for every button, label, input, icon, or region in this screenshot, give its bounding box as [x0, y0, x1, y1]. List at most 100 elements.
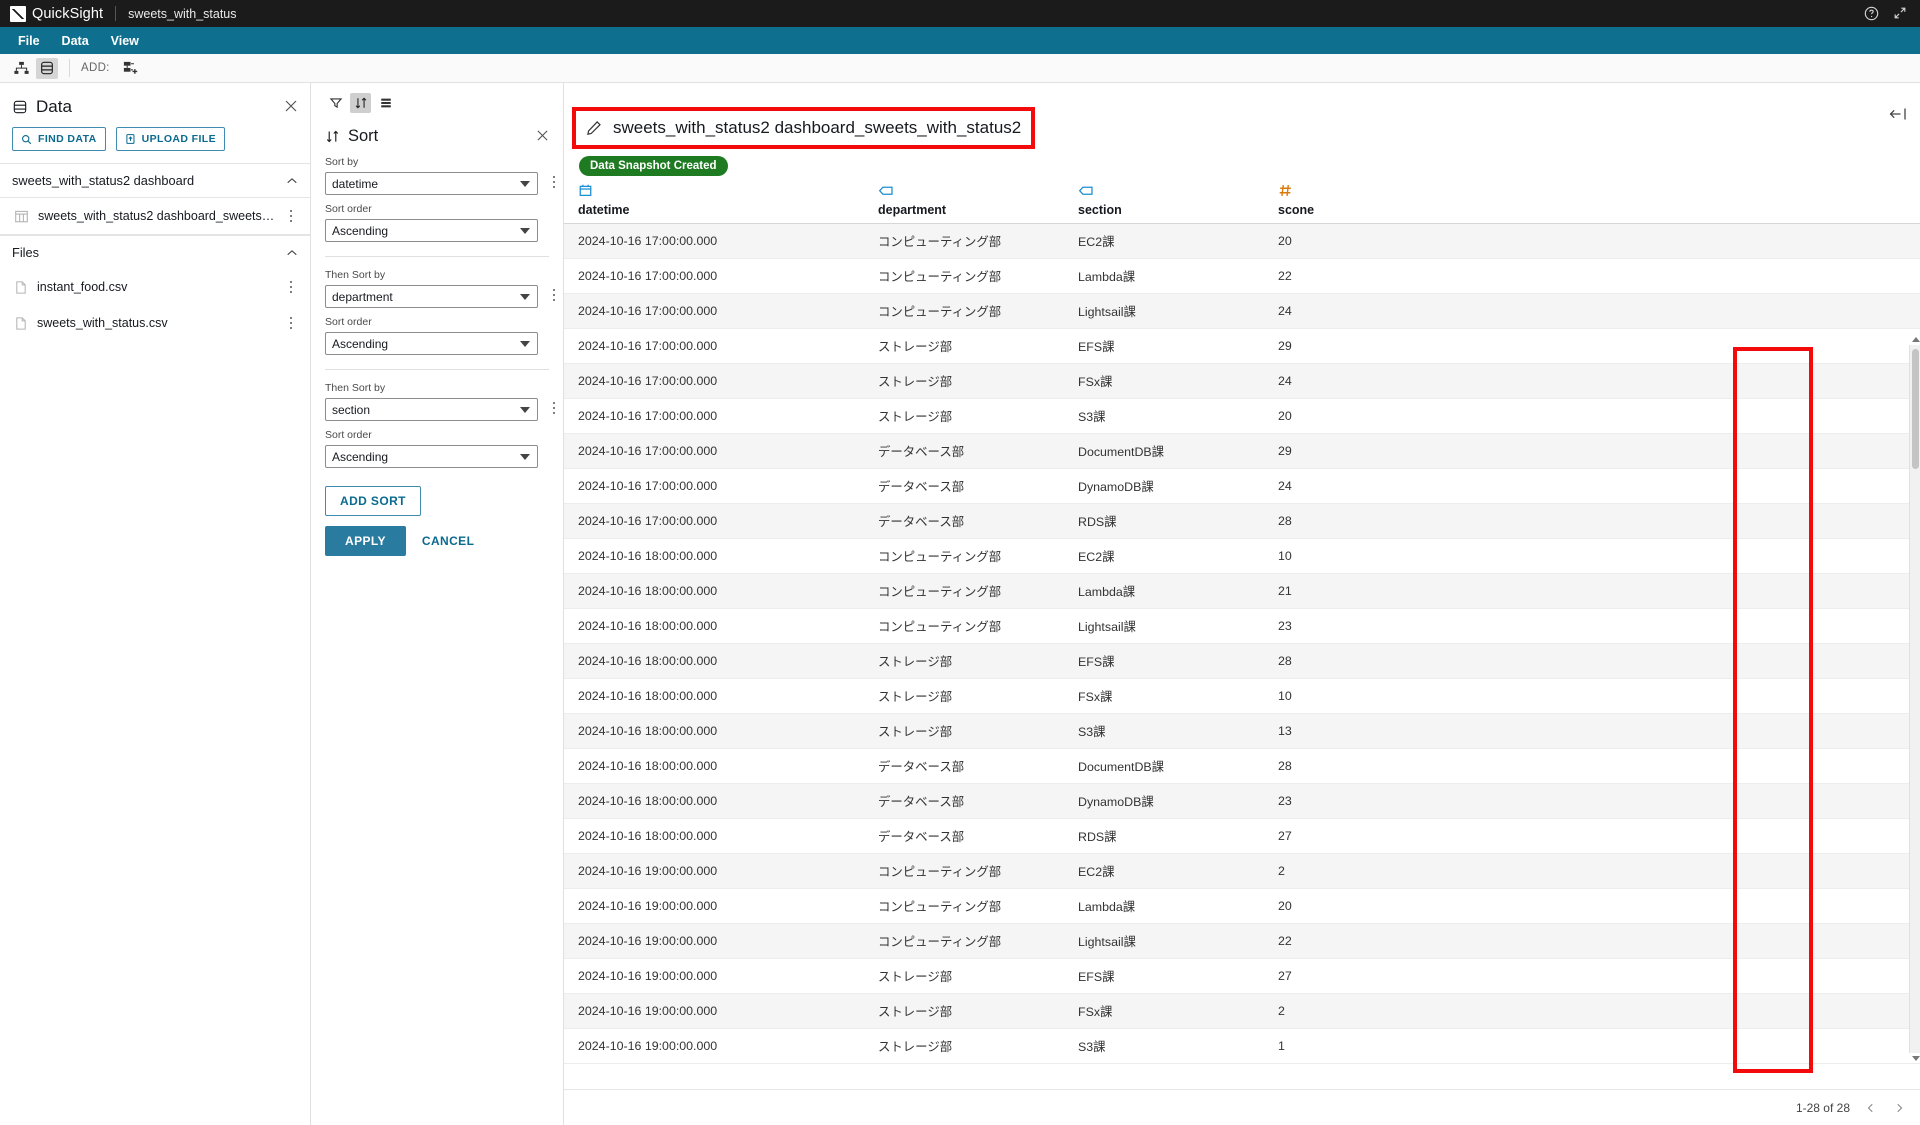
- more-options-icon[interactable]: [547, 287, 561, 303]
- find-data-button[interactable]: FIND DATA: [12, 127, 106, 151]
- column-header-datetime[interactable]: datetime: [564, 177, 864, 224]
- files-section-label: Files: [12, 245, 40, 260]
- upload-file-button[interactable]: UPLOAD FILE: [115, 127, 226, 151]
- chevron-left-icon[interactable]: [1864, 1101, 1878, 1115]
- more-options-icon[interactable]: [547, 400, 561, 416]
- table-row[interactable]: 2024-10-16 17:00:00.000 ストレージ部 S3課 20: [564, 398, 1920, 434]
- table-row[interactable]: 2024-10-16 18:00:00.000 ストレージ部 S3課 13: [564, 713, 1920, 749]
- pencil-icon[interactable]: [586, 120, 602, 136]
- close-icon[interactable]: [536, 129, 549, 142]
- table-row[interactable]: 2024-10-16 18:00:00.000 ストレージ部 FSx課 10: [564, 678, 1920, 714]
- list-item[interactable]: sweets_with_status2 dashboard_sweets_wit…: [0, 198, 310, 234]
- collapse-right-icon[interactable]: [1888, 106, 1906, 122]
- cell-section: Lightsail課: [1064, 293, 1264, 329]
- table-row[interactable]: 2024-10-16 19:00:00.000 コンピューティング部 EC2課 2: [564, 853, 1920, 889]
- more-options-icon[interactable]: [284, 208, 298, 224]
- menu-item-view[interactable]: View: [101, 29, 149, 53]
- add-sort-button[interactable]: ADD SORT: [325, 486, 421, 516]
- data-panel: Data FIND DATA UPLOAD FILE sweets_with_s…: [0, 83, 311, 1125]
- chevron-up-icon[interactable]: [286, 247, 298, 259]
- then-sort-by-select[interactable]: section: [325, 398, 538, 421]
- fields-icon[interactable]: [375, 93, 396, 113]
- cell-section: Lambda課: [1064, 573, 1264, 609]
- column-header-scone[interactable]: scone: [1264, 177, 1334, 224]
- cell-datetime: 2024-10-16 18:00:00.000: [564, 573, 864, 609]
- table-row[interactable]: 2024-10-16 17:00:00.000 ストレージ部 FSx課 24: [564, 363, 1920, 399]
- scroll-down-icon[interactable]: [1912, 1056, 1920, 1061]
- vertical-scrollbar[interactable]: [1909, 337, 1920, 1061]
- table-row[interactable]: 2024-10-16 19:00:00.000 ストレージ部 EFS課 27: [564, 958, 1920, 994]
- table-row[interactable]: 2024-10-16 17:00:00.000 コンピューティング部 Lightsa…: [564, 293, 1920, 329]
- cell-department: ストレージ部: [864, 328, 1064, 364]
- cell-scone: 2: [1264, 853, 1334, 889]
- string-tag-icon: [1078, 184, 1264, 198]
- more-options-icon[interactable]: [547, 174, 561, 190]
- more-options-icon[interactable]: [284, 315, 298, 331]
- cancel-button[interactable]: CANCEL: [422, 534, 474, 548]
- table-row[interactable]: 2024-10-16 19:00:00.000 ストレージ部 S3課 1: [564, 1028, 1920, 1064]
- sort-order-select[interactable]: Ascending: [325, 445, 538, 468]
- then-sort-by-label: Then Sort by: [325, 269, 386, 281]
- column-header-department[interactable]: department: [864, 177, 1064, 224]
- table-row[interactable]: 2024-10-16 17:00:00.000 コンピューティング部 EC2課 20: [564, 223, 1920, 259]
- table-row[interactable]: 2024-10-16 19:00:00.000 コンピューティング部 Lightsa…: [564, 923, 1920, 959]
- table-row[interactable]: 2024-10-16 17:00:00.000 コンピューティング部 Lambda課…: [564, 258, 1920, 294]
- then-sort-by-select[interactable]: department: [325, 285, 538, 308]
- table-row[interactable]: 2024-10-16 18:00:00.000 ストレージ部 EFS課 28: [564, 643, 1920, 679]
- cell-datetime: 2024-10-16 17:00:00.000: [564, 433, 864, 469]
- table-row[interactable]: 2024-10-16 17:00:00.000 ストレージ部 EFS課 29: [564, 328, 1920, 364]
- cell-section: EFS課: [1064, 958, 1264, 994]
- cell-spacer: [1334, 468, 1920, 504]
- table-row[interactable]: 2024-10-16 17:00:00.000 データベース部 DynamoDB課 2…: [564, 468, 1920, 504]
- apply-button[interactable]: APPLY: [325, 526, 406, 556]
- dataset-title-highlight[interactable]: sweets_with_status2 dashboard_sweets_wit…: [572, 107, 1036, 149]
- menu-item-data[interactable]: Data: [52, 29, 99, 53]
- sort-panel: Sort Sort by datetime Sort order Ascendi…: [311, 83, 564, 1125]
- cell-spacer: [1334, 923, 1920, 959]
- sort-order-select[interactable]: Ascending: [325, 219, 538, 242]
- close-icon[interactable]: [284, 99, 298, 113]
- apply-cancel-row: APPLY CANCEL: [325, 526, 549, 556]
- chevron-up-icon[interactable]: [286, 175, 298, 187]
- add-dataset-icon[interactable]: [120, 58, 142, 79]
- database-icon[interactable]: [36, 57, 58, 79]
- expand-icon[interactable]: [1893, 6, 1908, 21]
- table-row[interactable]: 2024-10-16 17:00:00.000 データベース部 RDS課 28: [564, 503, 1920, 539]
- table-row[interactable]: 2024-10-16 18:00:00.000 コンピューティング部 Lambda課…: [564, 573, 1920, 609]
- dataset-section-header[interactable]: sweets_with_status2 dashboard: [0, 163, 310, 198]
- sort-icon[interactable]: [350, 93, 371, 113]
- menu-item-file[interactable]: File: [8, 29, 50, 53]
- list-item[interactable]: instant_food.csv: [0, 269, 310, 305]
- hierarchy-icon[interactable]: [10, 58, 32, 79]
- table-row[interactable]: 2024-10-16 18:00:00.000 コンピューティング部 Lightsa…: [564, 608, 1920, 644]
- table-row[interactable]: 2024-10-16 18:00:00.000 データベース部 DocumentDB…: [564, 748, 1920, 784]
- dataset-title: sweets_with_status2 dashboard_sweets_wit…: [613, 118, 1022, 137]
- table-row[interactable]: 2024-10-16 19:00:00.000 ストレージ部 FSx課 2: [564, 993, 1920, 1029]
- scroll-up-icon[interactable]: [1912, 337, 1920, 342]
- sort-group-1-sort-order: Sort order Ascending: [311, 195, 563, 242]
- sort-order-select[interactable]: Ascending: [325, 332, 538, 355]
- help-circle-icon[interactable]: [1864, 6, 1879, 21]
- sort-by-select[interactable]: datetime: [325, 172, 538, 195]
- table-row[interactable]: 2024-10-16 18:00:00.000 コンピューティング部 EC2課 10: [564, 538, 1920, 574]
- cell-datetime: 2024-10-16 17:00:00.000: [564, 468, 864, 504]
- more-options-icon[interactable]: [284, 279, 298, 295]
- scrollbar-thumb[interactable]: [1912, 349, 1919, 469]
- cell-scone: 23: [1264, 783, 1334, 819]
- cell-section: EC2課: [1064, 853, 1264, 889]
- cell-spacer: [1334, 433, 1920, 469]
- chevron-right-icon[interactable]: [1892, 1101, 1906, 1115]
- table-row[interactable]: 2024-10-16 17:00:00.000 データベース部 DocumentDB…: [564, 433, 1920, 469]
- files-section-header[interactable]: Files: [0, 235, 310, 269]
- table-row[interactable]: 2024-10-16 18:00:00.000 データベース部 RDS課 27: [564, 818, 1920, 854]
- table-row[interactable]: 2024-10-16 18:00:00.000 データベース部 DynamoDB課 2…: [564, 783, 1920, 819]
- data-table-area: datetime department section scone 2024-1…: [564, 177, 1920, 1089]
- table-row[interactable]: 2024-10-16 19:00:00.000 コンピューティング部 Lambda課…: [564, 888, 1920, 924]
- chevron-down-icon: [520, 293, 530, 300]
- column-header-section[interactable]: section: [1064, 177, 1264, 224]
- cell-department: ストレージ部: [864, 713, 1064, 749]
- filter-icon[interactable]: [325, 93, 346, 113]
- list-item[interactable]: sweets_with_status.csv: [0, 305, 310, 341]
- cell-spacer: [1334, 643, 1920, 679]
- cell-datetime: 2024-10-16 19:00:00.000: [564, 853, 864, 889]
